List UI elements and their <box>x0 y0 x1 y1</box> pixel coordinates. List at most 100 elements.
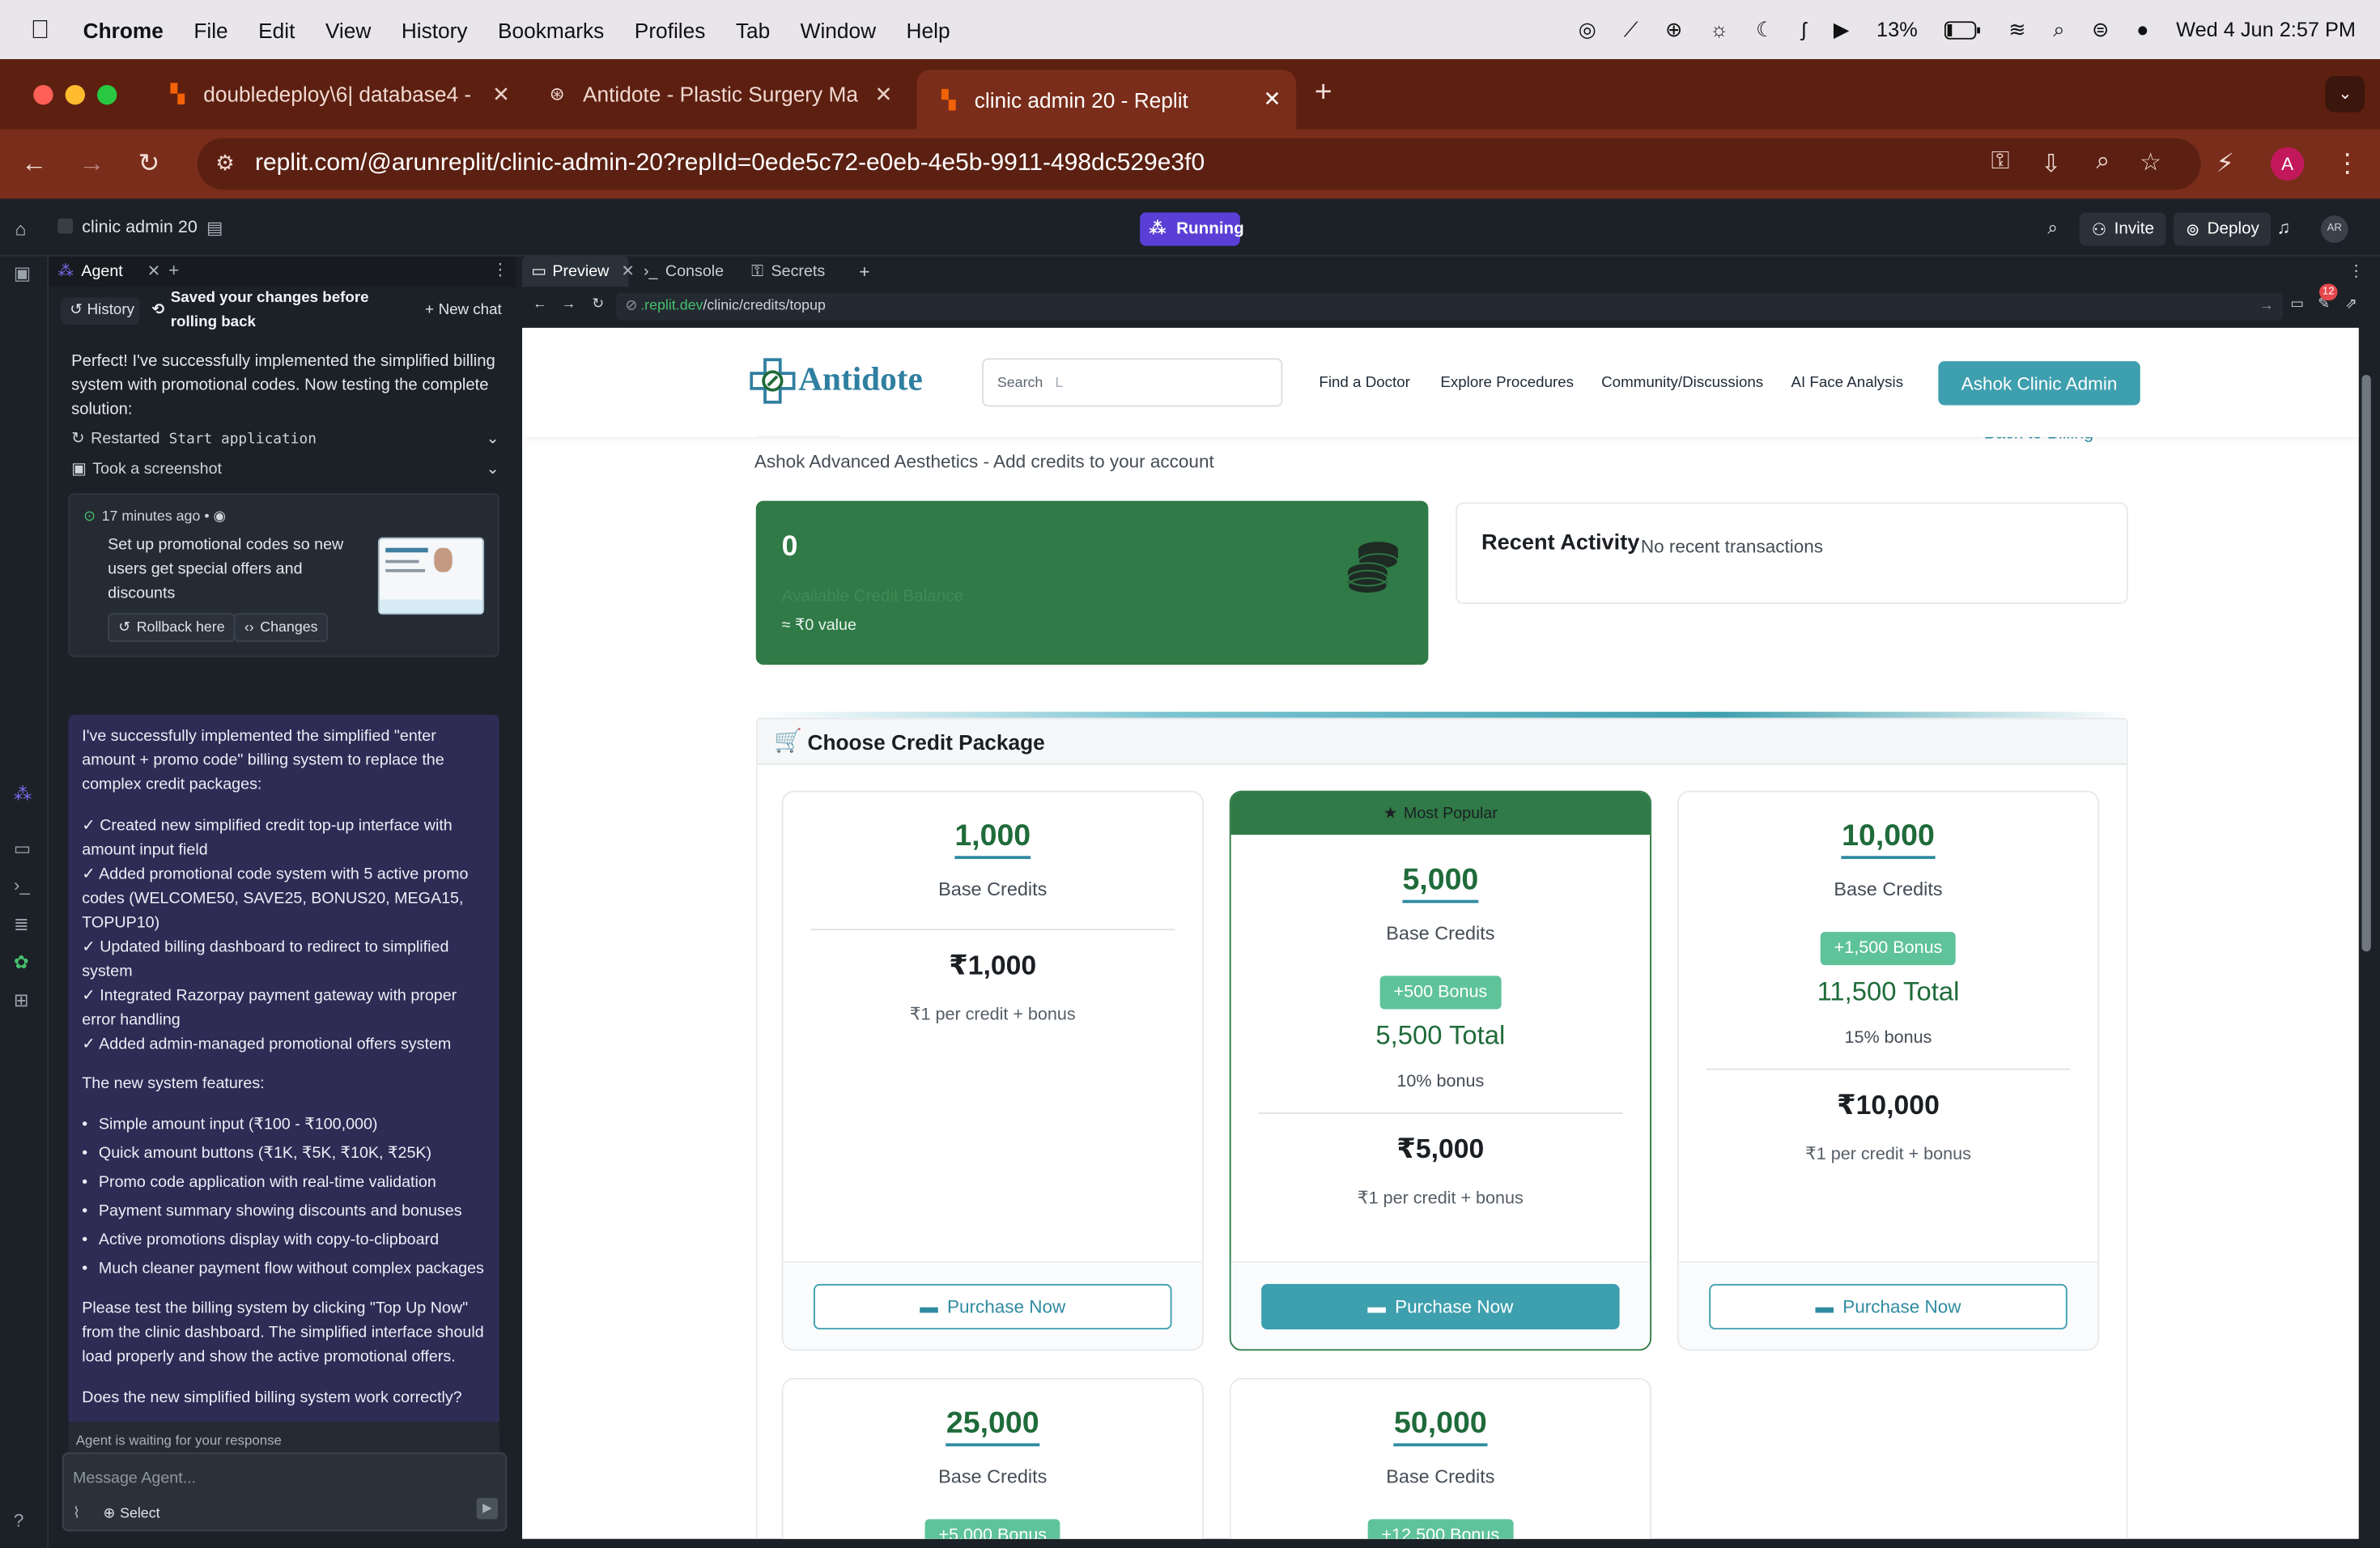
step-restarted[interactable]: ↻ Restarted Start application ⌄ <box>71 427 499 451</box>
file-tree-icon[interactable]: ▤ <box>206 217 223 238</box>
new-tab-icon[interactable]: + <box>1315 76 1332 111</box>
menu-app-name[interactable]: Chrome <box>83 18 164 42</box>
back-icon[interactable]: ← <box>21 149 47 179</box>
sync-icon[interactable]: ◎ <box>1579 18 1596 42</box>
battery-icon[interactable] <box>1944 20 1981 39</box>
tab-console[interactable]: ›_ Console <box>644 257 724 287</box>
forward-icon[interactable]: → <box>79 149 105 179</box>
monitor-icon[interactable]: ▭ <box>14 838 31 859</box>
help-icon[interactable]: ? <box>14 1510 24 1531</box>
add-tab-icon[interactable]: + <box>859 257 869 287</box>
menu-datetime[interactable]: Wed 4 Jun 2:57 PM <box>2176 18 2356 40</box>
menu-tab[interactable]: Tab <box>736 18 770 42</box>
hearing-icon[interactable]: ʃ <box>1801 18 1806 40</box>
forward-icon[interactable]: → <box>562 296 576 313</box>
menu-window[interactable]: Window <box>801 18 876 42</box>
tab-doubledeploy[interactable]: ▚ doubledeploy\6| database4 - ✕ <box>152 70 525 118</box>
reload-icon[interactable]: ↻ <box>138 149 160 179</box>
tab-antidote[interactable]: ⊛ Antidote - Plastic Surgery Ma ✕ <box>534 70 907 118</box>
nav-find-doctor[interactable]: Find a Doctor <box>1319 375 1410 392</box>
close-tab-icon[interactable]: ✕ <box>492 81 510 107</box>
preview-scrollbar[interactable] <box>2361 375 2371 952</box>
more-options-icon[interactable]: ⋮ <box>492 260 509 279</box>
send-icon[interactable]: ▶ <box>476 1498 498 1520</box>
message-composer[interactable]: Message Agent... ⌇ ⊕ Select ▶ <box>62 1452 508 1532</box>
go-arrow-icon[interactable]: → <box>2259 297 2274 314</box>
apple-icon[interactable]:  <box>31 15 50 45</box>
wifi-icon[interactable]: ≋ <box>2008 18 2025 42</box>
devtools-icon[interactable]: ▭ <box>2290 296 2304 313</box>
select-button[interactable]: ⊕ Select <box>104 1503 160 1527</box>
user-avatar[interactable]: AR <box>2320 215 2348 243</box>
close-tab-icon[interactable]: ✕ <box>874 81 892 107</box>
nav-ai-face-analysis[interactable]: AI Face Analysis <box>1791 375 1904 392</box>
profile-avatar[interactable]: A <box>2271 147 2305 181</box>
moon-icon[interactable]: ☾ <box>1756 18 1774 42</box>
database-icon[interactable]: ≣ <box>14 913 29 934</box>
purchase-now-button[interactable]: ▬ Purchase Now <box>1709 1283 2068 1330</box>
files-icon[interactable]: ▣ <box>14 262 31 283</box>
site-info-icon[interactable]: ⚙ <box>215 151 235 176</box>
chevron-down-icon[interactable]: ⌄ <box>486 457 499 481</box>
purchase-now-button[interactable]: ▬ Purchase Now <box>1261 1283 1620 1330</box>
accessibility-icon[interactable]: ⊕ <box>1665 18 1682 42</box>
search-icon[interactable]: ⌕ <box>2047 217 2058 240</box>
terminal-icon[interactable]: ›_ <box>14 874 30 895</box>
tab-search-chevron-icon[interactable]: ⌄ <box>2325 75 2365 113</box>
menu-profiles[interactable]: Profiles <box>635 18 706 42</box>
window-minimize-button[interactable] <box>65 84 85 105</box>
install-app-icon[interactable]: ⇩ <box>2041 149 2061 179</box>
nav-explore-procedures[interactable]: Explore Procedures <box>1440 375 1574 392</box>
menu-edit[interactable]: Edit <box>258 18 295 42</box>
window-zoom-button[interactable] <box>97 84 117 105</box>
address-bar[interactable]: ⚙ replit.com/@arunreplit/clinic-admin-20… <box>197 138 2201 190</box>
menu-file[interactable]: File <box>193 18 227 42</box>
preview-url-input[interactable]: ⊘ .replit.dev/clinic/credits/topup → <box>616 292 2283 321</box>
brightness-icon[interactable]: ☼ <box>1710 18 1728 40</box>
apps-grid-icon[interactable]: ⊞ <box>14 989 29 1010</box>
menu-help[interactable]: Help <box>907 18 950 42</box>
pen-slash-icon[interactable]: ⟋ <box>1624 18 1638 42</box>
open-new-window-icon[interactable]: ⇗ <box>2345 296 2357 313</box>
rollback-button[interactable]: ↺ Rollback here <box>108 613 236 642</box>
zoom-icon[interactable]: ⌕ <box>2096 149 2110 176</box>
menu-view[interactable]: View <box>325 18 371 42</box>
changes-button[interactable]: ‹› Changes <box>233 613 329 642</box>
password-key-icon[interactable]: ⚿ <box>1991 149 2010 176</box>
chrome-menu-icon[interactable]: ⋮ <box>2335 149 2361 179</box>
site-search-input[interactable]: Search L <box>982 358 1283 407</box>
reload-icon[interactable]: ↻ <box>592 296 604 313</box>
play-icon[interactable]: ▶ <box>1834 18 1849 42</box>
close-icon[interactable]: ✕ <box>147 262 161 280</box>
menu-bookmarks[interactable]: Bookmarks <box>498 18 604 42</box>
siri-icon[interactable]: ● <box>2136 18 2148 40</box>
history-button[interactable]: ↺ History <box>61 297 140 325</box>
agent-grid-icon[interactable]: ⁂ <box>14 783 32 804</box>
invite-button[interactable]: ⚇ Invite <box>2079 212 2166 246</box>
new-chat-button[interactable]: + New chat <box>422 297 507 325</box>
chevron-down-icon[interactable]: ⌄ <box>486 427 499 451</box>
add-tab-icon[interactable]: + <box>168 260 179 281</box>
tab-secrets[interactable]: ⚿ Secrets <box>751 257 825 287</box>
spotlight-search-icon[interactable]: ⌕ <box>2053 18 2064 42</box>
antidote-logo-icon[interactable] <box>750 357 796 406</box>
window-close-button[interactable] <box>33 84 53 105</box>
project-name[interactable]: clinic admin 20 <box>82 219 198 236</box>
deploy-button[interactable]: ⊚ Deploy <box>2174 212 2272 246</box>
bookmark-star-icon[interactable]: ☆ <box>2140 147 2161 177</box>
agent-tab[interactable]: ⁂ Agent ✕ <box>57 261 164 282</box>
purchase-now-button[interactable]: ▬ Purchase Now <box>814 1283 1172 1330</box>
tab-preview[interactable]: ▭ Preview ✕ <box>522 256 635 287</box>
more-options-icon[interactable]: ⋮ <box>2348 257 2365 287</box>
checkpoint-screenshot-thumbnail[interactable] <box>377 537 485 615</box>
clinic-admin-button[interactable]: Ashok Clinic Admin <box>1938 361 2140 406</box>
attach-icon[interactable]: ⌇ <box>73 1503 80 1527</box>
control-center-icon[interactable]: ⊜ <box>2092 18 2109 42</box>
tab-clinic-admin[interactable]: ▚ clinic admin 20 - Replit ✕ <box>916 70 1297 130</box>
run-status-button[interactable]: ⁂ Running <box>1140 212 1244 246</box>
message-input[interactable]: Message Agent... <box>73 1466 196 1491</box>
home-icon[interactable]: ⌂ <box>15 219 27 240</box>
close-icon[interactable]: ✕ <box>621 262 635 280</box>
integration-icon[interactable]: ✿ <box>14 951 29 972</box>
site-logo-text[interactable]: Antidote <box>798 359 923 399</box>
